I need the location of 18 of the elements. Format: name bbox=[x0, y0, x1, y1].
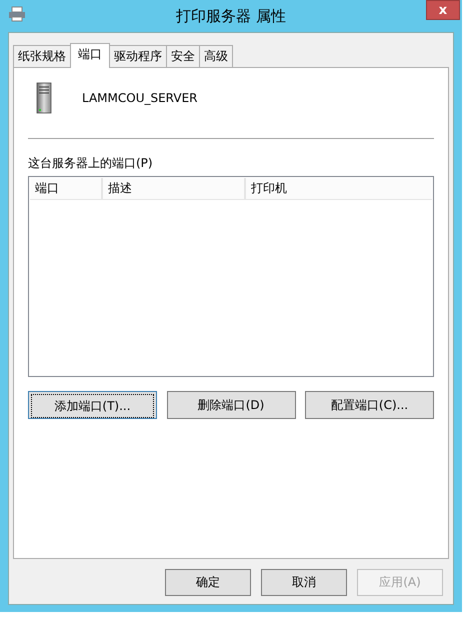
port-button[interactable]: 删除端口(D) bbox=[166, 391, 296, 419]
close-button[interactable]: x bbox=[426, 0, 460, 20]
column-header[interactable]: 描述 bbox=[103, 178, 246, 199]
server-icon bbox=[36, 82, 52, 114]
printer-icon bbox=[8, 6, 26, 22]
column-header[interactable]: 打印机 bbox=[246, 178, 432, 199]
column-header[interactable]: 端口 bbox=[30, 178, 103, 199]
dialog-button[interactable]: 确定 bbox=[165, 569, 251, 596]
port-button[interactable]: 配置端口(C)... bbox=[305, 391, 434, 419]
ports-list[interactable]: 端口 描述 打印机 bbox=[28, 176, 434, 377]
dialog-button[interactable]: 取消 bbox=[261, 569, 347, 596]
tab[interactable]: 纸张规格 bbox=[13, 45, 71, 67]
server-name: LAMMCOU_SERVER bbox=[82, 91, 198, 105]
tab[interactable]: 高级 bbox=[199, 45, 233, 67]
window-title: 打印服务器 属性 bbox=[176, 6, 286, 26]
ports-label: 这台服务器上的端口(P) bbox=[28, 155, 154, 172]
tab[interactable]: 端口 bbox=[70, 43, 110, 68]
port-button[interactable]: 添加端口(T)... bbox=[28, 391, 157, 419]
